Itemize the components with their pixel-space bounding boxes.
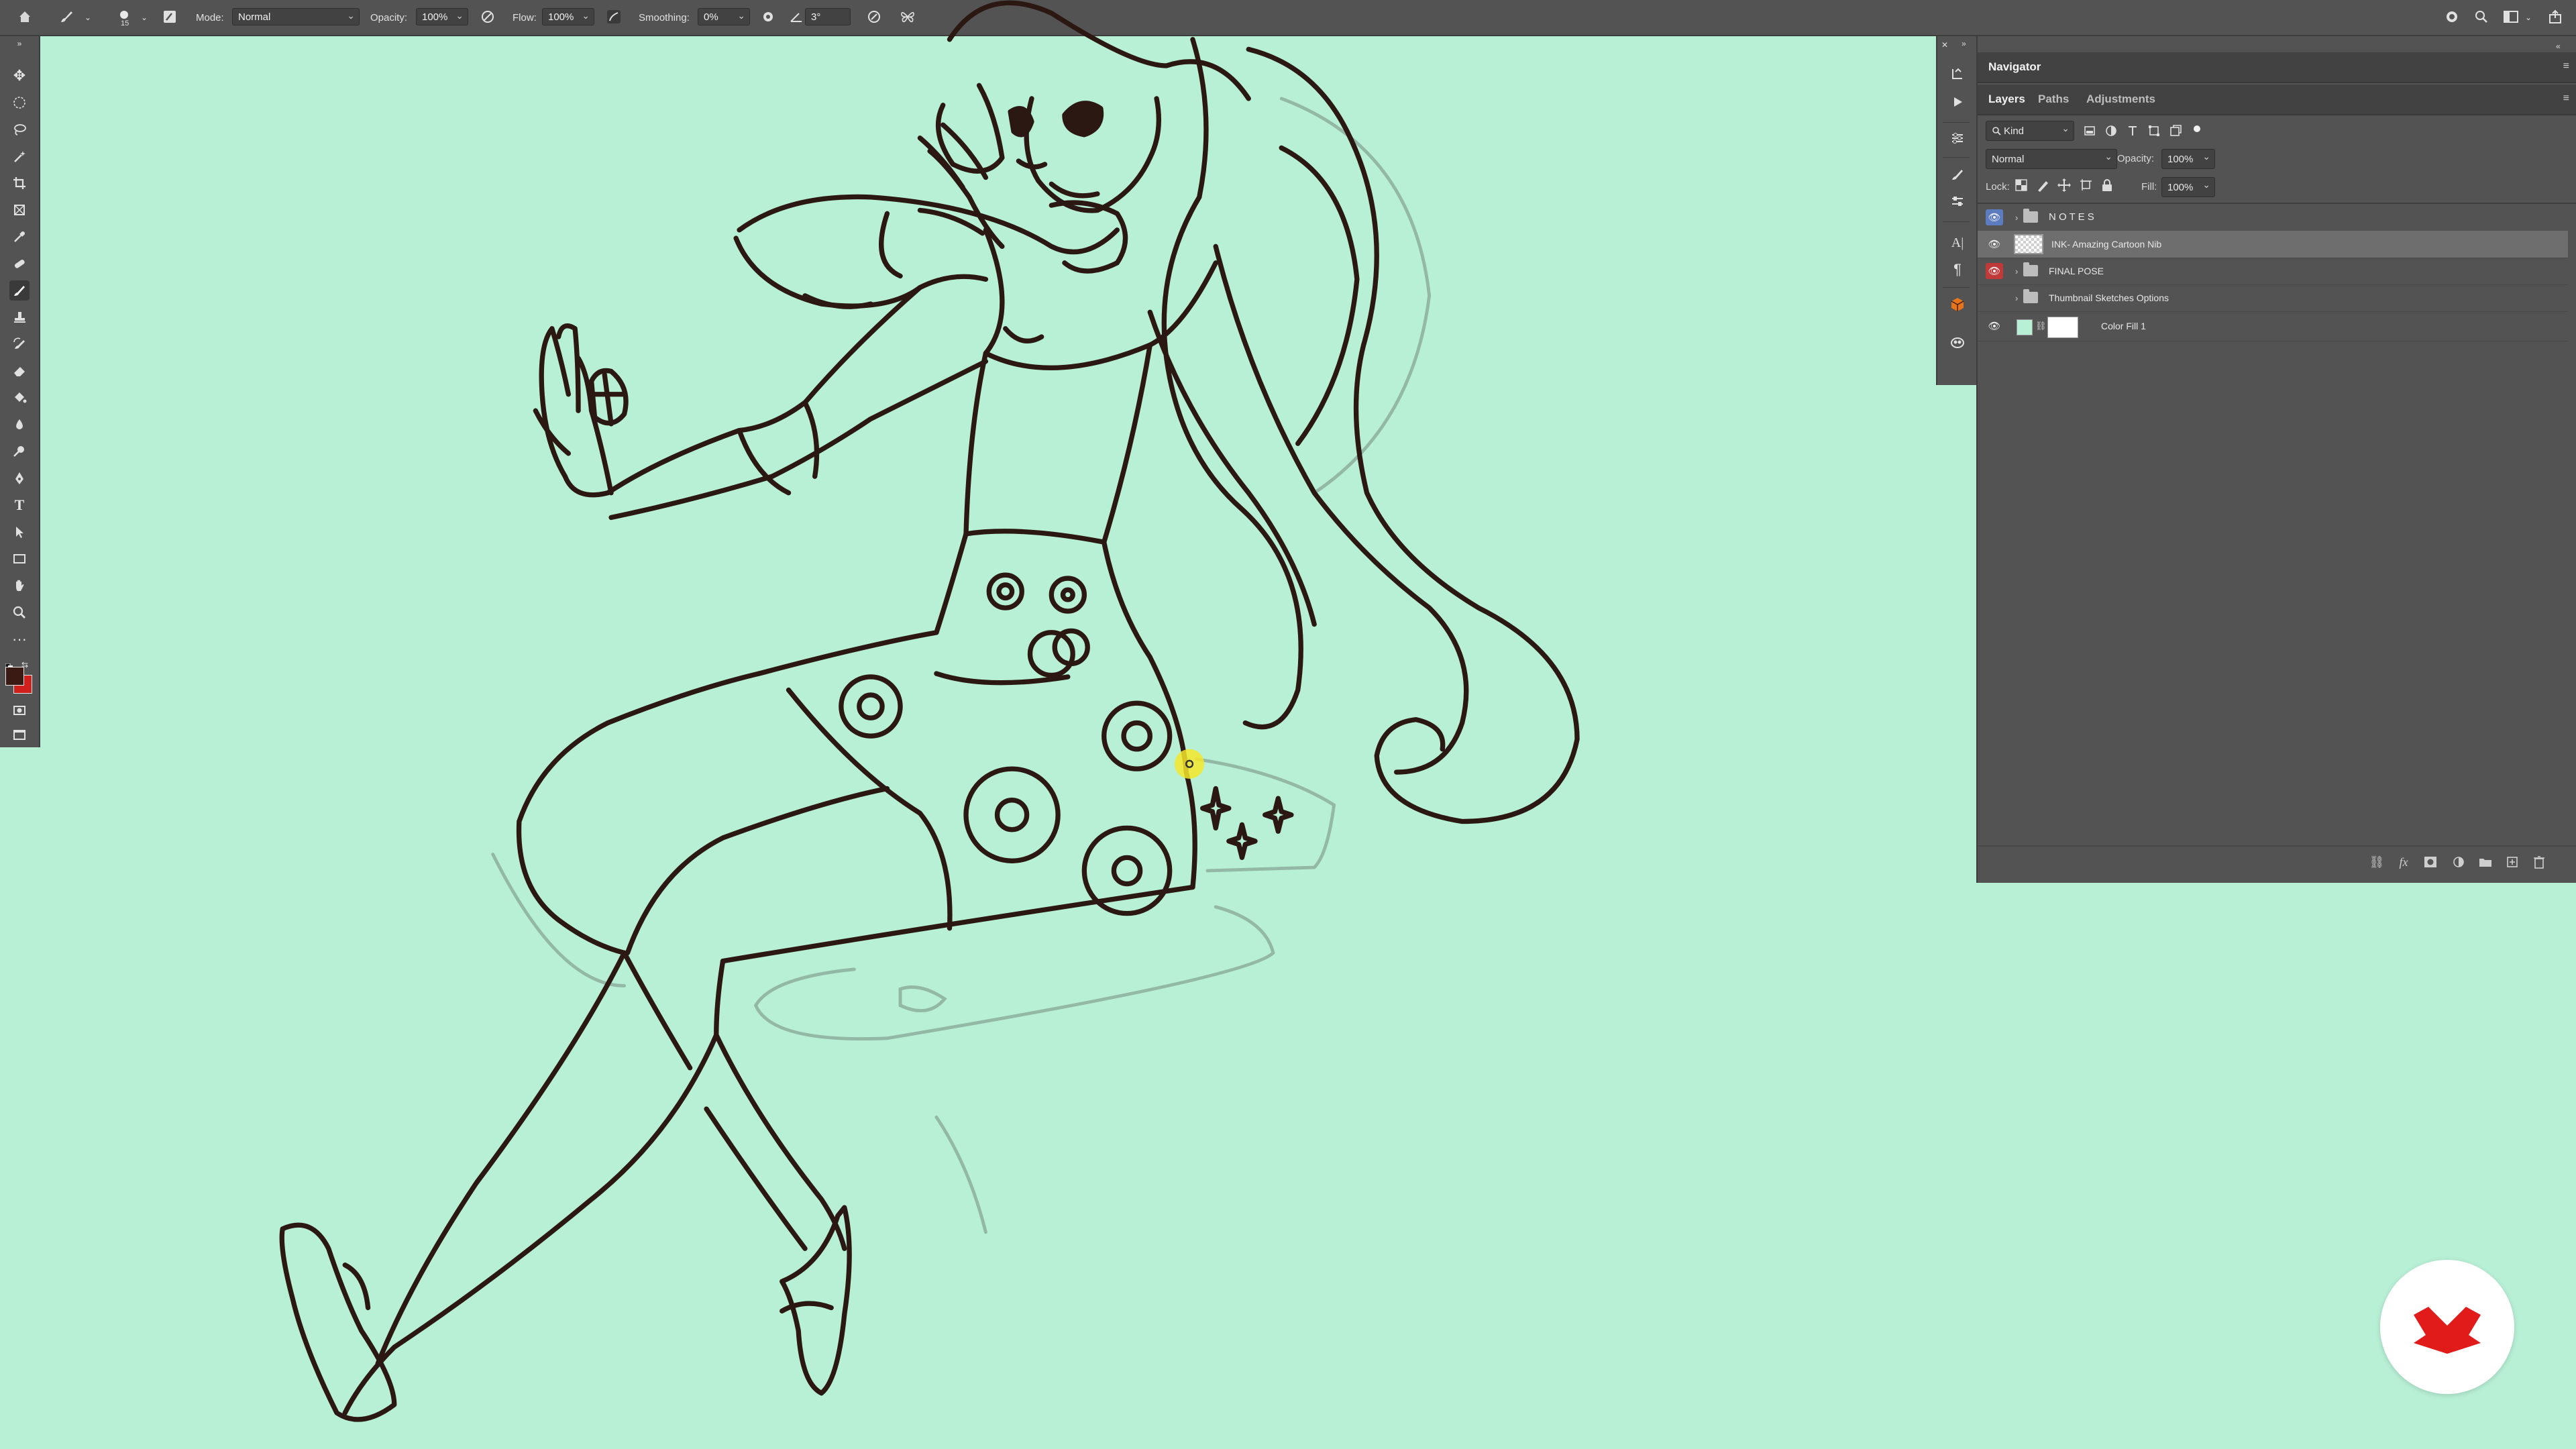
new-adjustment-layer-icon[interactable]: [2449, 852, 2469, 872]
link-chain-icon[interactable]: ⛓: [2035, 321, 2047, 331]
fill-label: Fill:: [2141, 181, 2157, 193]
collapse-panels-icon[interactable]: «: [2556, 42, 2561, 51]
group-expand-chevron-icon[interactable]: ›: [2015, 213, 2018, 223]
new-layer-icon[interactable]: [2502, 852, 2522, 872]
layer-filter-kind-value: Kind: [2004, 125, 2025, 137]
navigator-tab-bar: Navigator ≡: [1978, 52, 2576, 83]
dock-divider: [1943, 287, 1970, 288]
layer-filter-buttons: [2082, 123, 2204, 138]
tab-layers[interactable]: Layers: [1988, 85, 2025, 114]
layer-name[interactable]: Thumbnail Sketches Options: [2049, 284, 2169, 311]
dock-divider: [1943, 157, 1970, 158]
layer-row[interactable]: 👁 ⛓ Color Fill 1: [1978, 311, 2568, 341]
ink-layer: [279, 0, 1580, 1422]
fill-color-swatch[interactable]: [2017, 319, 2033, 335]
folder-icon: [2023, 262, 2038, 276]
layer-name[interactable]: INK- Amazing Cartoon Nib: [2051, 231, 2161, 258]
folder-icon: [2023, 289, 2038, 303]
fx-icon[interactable]: fx: [2394, 852, 2414, 872]
layers-tab-bar: Layers Paths Adjustments ≡: [1978, 85, 2576, 115]
filter-smart-object-icon[interactable]: [2168, 123, 2183, 138]
layer-name[interactable]: N O T E S: [2049, 204, 2094, 231]
filter-type-icon[interactable]: [2125, 123, 2140, 138]
chevron-down-icon: ⌄: [2202, 151, 2210, 162]
tab-adjustments[interactable]: Adjustments: [2086, 85, 2155, 114]
lock-label: Lock:: [1986, 181, 2010, 193]
folder-icon: [2023, 209, 2038, 223]
fill-field[interactable]: 100% ⌄: [2161, 177, 2215, 197]
brush-cursor: [1175, 749, 1205, 779]
layer-thumbnail: [2014, 234, 2043, 254]
filter-toggle-icon[interactable]: [2190, 123, 2204, 138]
tab-navigator[interactable]: Navigator: [1988, 52, 2041, 82]
dock-divider: [1943, 221, 1970, 222]
chevron-down-icon: ⌄: [2202, 179, 2210, 190]
layers-footer-divider: [1978, 845, 2576, 847]
close-dock-icon[interactable]: ✕: [1941, 40, 1948, 50]
brush-settings-icon[interactable]: [1947, 164, 1968, 185]
filter-shape-icon[interactable]: [2147, 123, 2161, 138]
layers-menu-icon[interactable]: ≡: [2563, 93, 2569, 105]
link-layers-icon[interactable]: ⛓: [2367, 852, 2387, 872]
visibility-eye-icon[interactable]: 👁: [1986, 236, 2003, 252]
visibility-eye-icon[interactable]: 👁: [1986, 318, 2003, 334]
blend-mode-select[interactable]: Normal ⌄: [1986, 149, 2117, 169]
tool-presets-icon[interactable]: [1947, 191, 1968, 212]
fill-value: 100%: [2167, 181, 2194, 193]
add-mask-icon[interactable]: [2420, 852, 2440, 872]
layer-opacity-field[interactable]: 100% ⌄: [2161, 149, 2215, 169]
paragraph-icon[interactable]: ¶: [1947, 259, 1968, 280]
layer-opacity-value: 100%: [2167, 153, 2194, 165]
lock-image-pixels-icon[interactable]: [2035, 177, 2050, 193]
navigator-menu-icon[interactable]: ≡: [2563, 60, 2569, 72]
layer-opacity-label: Opacity:: [2117, 153, 2155, 164]
lock-transparent-pixels-icon[interactable]: [2014, 177, 2029, 193]
visibility-eye-icon[interactable]: 👁: [1986, 209, 2003, 225]
search-icon: [1992, 127, 2001, 136]
chevron-down-icon: ⌄: [2104, 151, 2112, 162]
layer-name[interactable]: FINAL POSE: [2049, 258, 2104, 284]
layer-row[interactable]: 👁 › N O T E S: [1978, 204, 2568, 231]
lock-buttons: [2014, 177, 2114, 193]
layer-filter-kind-select[interactable]: Kind ⌄: [1986, 121, 2074, 141]
libraries-icon[interactable]: [1947, 331, 1968, 353]
layer-mask-thumbnail: [2047, 317, 2078, 338]
actions-play-icon[interactable]: [1947, 91, 1968, 113]
logo-mark-icon: [2414, 1307, 2481, 1354]
lock-artboard-icon[interactable]: [2078, 177, 2093, 193]
layer-row[interactable]: 👁 › FINAL POSE: [1978, 258, 2568, 285]
lock-position-icon[interactable]: [2057, 177, 2072, 193]
filter-pixel-icon[interactable]: [2082, 123, 2097, 138]
layer-name[interactable]: Color Fill 1: [2101, 313, 2146, 339]
layer-row[interactable]: 👁 › Thumbnail Sketches Options: [1978, 284, 2568, 312]
right-panel-column: « Navigator ≡ Layers Paths Adjustments ≡…: [1976, 36, 2576, 883]
character-icon[interactable]: A|: [1947, 232, 1968, 254]
collapse-dock-icon[interactable]: »: [1962, 39, 1966, 48]
lock-all-icon[interactable]: [2100, 177, 2114, 193]
panel-dock: ✕ » A| ¶: [1936, 36, 1976, 385]
blend-mode-value: Normal: [1992, 153, 2025, 165]
tab-paths[interactable]: Paths: [2038, 85, 2069, 114]
sketch-layer: [491, 97, 1432, 1234]
new-group-folder-icon[interactable]: [2475, 852, 2496, 872]
history-icon[interactable]: [1947, 63, 1968, 85]
filter-adjustment-icon[interactable]: [2104, 123, 2118, 138]
visibility-eye-icon[interactable]: 👁: [1986, 263, 2003, 279]
layer-row-selected[interactable]: 👁 INK- Amazing Cartoon Nib: [1978, 231, 2568, 258]
adjustments-sliders-icon[interactable]: [1947, 127, 1968, 149]
chevron-down-icon: ⌄: [2061, 123, 2070, 133]
plugin-cube-icon[interactable]: [1947, 294, 1968, 315]
group-expand-chevron-icon[interactable]: ›: [2015, 293, 2018, 303]
channel-logo: [2380, 1260, 2514, 1394]
group-expand-chevron-icon[interactable]: ›: [2015, 266, 2018, 276]
dock-divider: [1943, 122, 1970, 123]
delete-layer-trash-icon[interactable]: [2529, 852, 2549, 872]
